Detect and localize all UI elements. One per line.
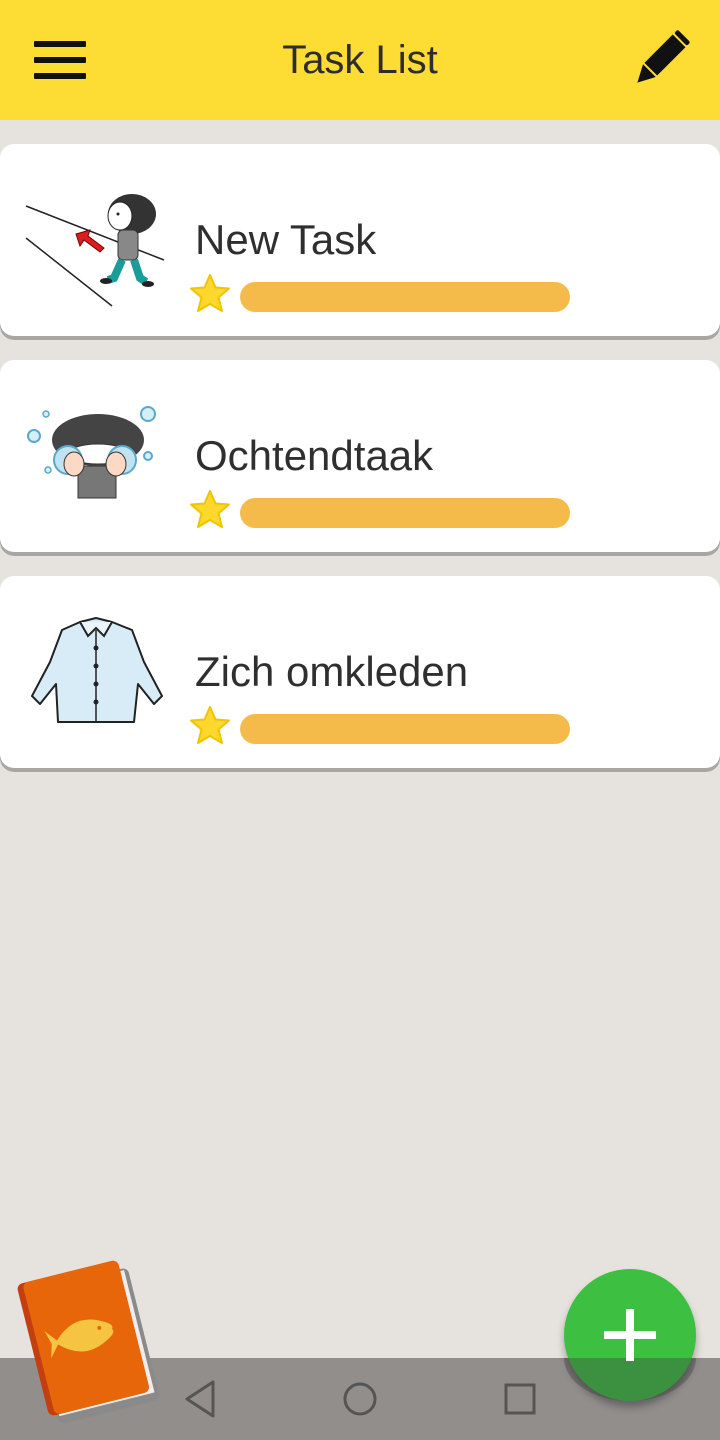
person-walking-illustration: [25, 194, 165, 307]
star-icon: [190, 706, 230, 744]
task-progress-bar: [240, 498, 570, 528]
home-circle-icon[interactable]: [335, 1374, 385, 1424]
page-title: Task List: [282, 38, 438, 82]
top-app-bar: Task List: [0, 0, 720, 120]
task-progress-bar: [240, 282, 570, 312]
task-progress-fill: [240, 498, 570, 528]
task-list: New Task Ochtendtaak Zich omkleden: [0, 144, 720, 792]
star-icon: [190, 490, 230, 528]
task-name: New Task: [195, 216, 377, 263]
fish-book-button[interactable]: [14, 1252, 170, 1428]
task-progress-bar: [240, 714, 570, 744]
task-card[interactable]: Ochtendtaak: [0, 360, 720, 552]
shirt-illustration: [31, 617, 163, 723]
back-triangle-icon[interactable]: [175, 1374, 225, 1424]
recents-square-icon[interactable]: [495, 1374, 545, 1424]
pencil-icon: [637, 30, 690, 83]
task-card[interactable]: New Task: [0, 144, 720, 336]
task-progress-fill: [240, 714, 570, 744]
edit-button[interactable]: [624, 26, 696, 94]
plus-icon: [604, 1309, 656, 1361]
task-progress-fill: [240, 282, 570, 312]
add-task-button[interactable]: [564, 1269, 696, 1401]
task-card[interactable]: Zich omkleden: [0, 576, 720, 768]
star-icon: [190, 274, 230, 312]
washing-face-illustration: [27, 406, 156, 499]
fish-book-icon: [17, 1260, 160, 1424]
task-list-screen: Task List New Task Ochtendtaak Zich omkl…: [0, 0, 720, 1440]
task-name: Zich omkleden: [195, 648, 469, 695]
menu-button[interactable]: [22, 30, 98, 90]
task-name: Ochtendtaak: [195, 432, 434, 479]
